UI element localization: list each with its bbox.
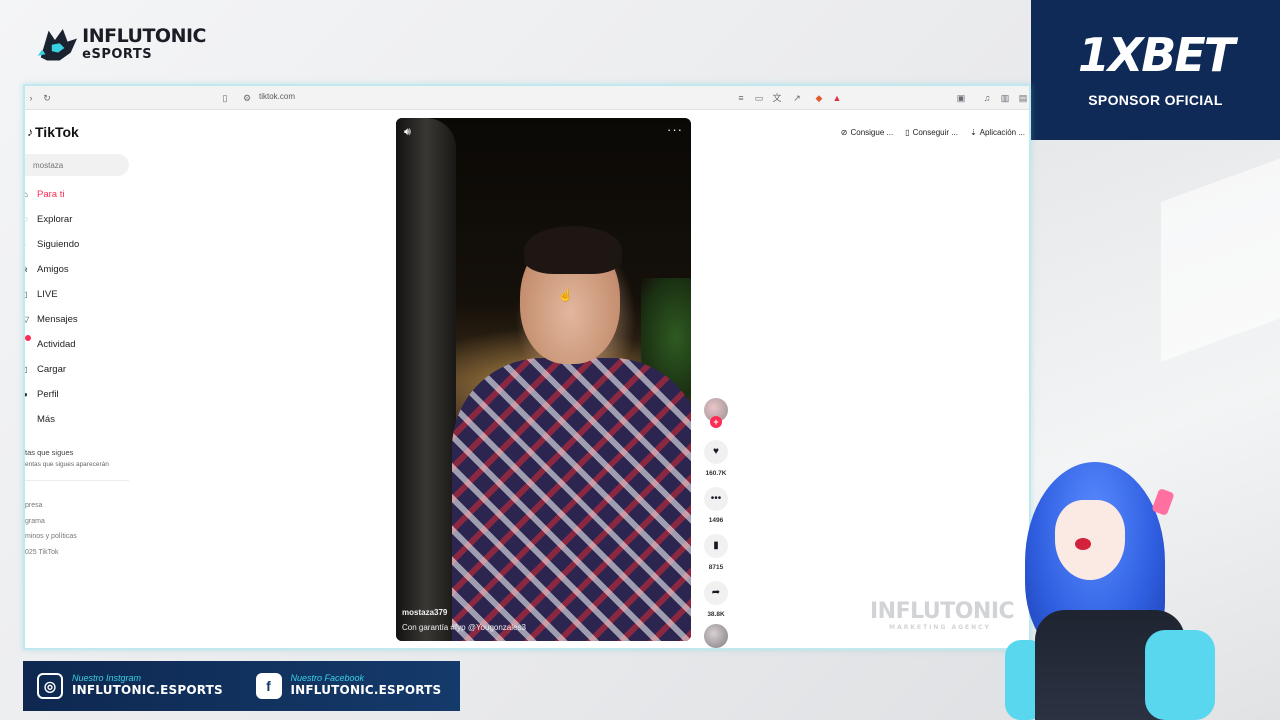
instagram-promo: ◎ Nuestro Instgram INFLUTONIC.ESPORTS [37, 673, 242, 699]
share-arrow-icon[interactable]: ➦ [704, 581, 728, 605]
like-count: 160.7K [705, 470, 727, 477]
comment-action[interactable]: ••• 1496 [701, 487, 731, 524]
music-icon[interactable]: ♫ [981, 92, 993, 104]
top-right-links: ⊘ Consigue ... ▯ Conseguir ... ⇣ Aplicación… [841, 128, 1025, 137]
sidebar-item-siguiendo[interactable]: › Siguiendo [25, 232, 79, 257]
facebook-promo: f Nuestro Facebook INFLUTONIC.ESPORTS [255, 673, 461, 699]
follow-plus-icon[interactable]: + [710, 416, 722, 428]
translate-icon[interactable]: 文 [771, 92, 783, 104]
get-app-link[interactable]: ▯ Conseguir ... [905, 128, 958, 137]
comment-icon[interactable]: ••• [704, 487, 728, 511]
sidebar-item-mensajes[interactable]: ▽ Mensajes [25, 307, 79, 332]
sidebar-item-explorar[interactable]: ◌ Explorar [25, 207, 79, 232]
facebook-icon: f [255, 673, 282, 699]
footer-link[interactable]: presa [25, 498, 77, 514]
video-username[interactable]: mostaza379 [402, 608, 447, 617]
sidebar-item-mas[interactable]: · Más [25, 407, 79, 432]
coin-icon: ⊘ [840, 128, 848, 137]
sponsor-brand: 1XBET [1077, 28, 1235, 82]
tiktok-note-icon: ♪ [27, 125, 33, 139]
footer-links: presa grama minos y políticas 025 TikTok [25, 498, 77, 560]
share-count: 38.8K [707, 611, 725, 618]
message-icon: ▽ [23, 315, 30, 324]
extensions-icon[interactable]: ▣ [955, 92, 967, 104]
following-icon: › [23, 240, 26, 249]
sidebar-item-perfil[interactable]: ● Perfil [25, 382, 79, 407]
action-bar: + ♥ 160.7K ••• 1496 ▮ 8715 ➦ 38.8K [701, 398, 731, 648]
notification-badge [25, 335, 31, 341]
wolf-logo-icon [37, 29, 78, 61]
footer-link[interactable]: grama [25, 514, 77, 530]
sound-disc-icon[interactable] [704, 624, 728, 648]
warning-icon[interactable]: ▲ [831, 92, 843, 104]
video-scene-hair [524, 226, 622, 274]
search-input[interactable] [25, 154, 129, 176]
reader-icon[interactable]: ≡ [735, 92, 747, 104]
comment-count: 1496 [708, 517, 724, 524]
following-section: tas que sigues entas que sigues aparecer… [25, 448, 145, 481]
sidebar-item-para-ti[interactable]: ⌂ Para ti [25, 182, 79, 207]
browser-toolbar: › ↻ ▯ ⚙ tiktok.com ≡ ▭ 文 ↗ ◆ ▲ ▣ ♫ ▥ ▤ [25, 86, 1029, 110]
upload-icon: ▯ [23, 365, 28, 374]
sidebar-item-amigos[interactable]: ʀ Amigos [25, 257, 79, 282]
forward-icon[interactable]: › [25, 92, 37, 104]
video-caption: Con garantía #fyp @Yougonzales3 [402, 623, 526, 632]
download-icon: ⇣ [969, 128, 977, 137]
more-options-icon[interactable]: ··· [667, 122, 683, 137]
team-name: INFLUTONIC [82, 25, 206, 47]
bookmark-icon[interactable]: ▯ [219, 92, 231, 104]
profile-icon: ● [23, 390, 28, 399]
bookmark-icon[interactable]: ▮ [704, 534, 728, 558]
team-logo: INFLUTONIC eSPORTS [36, 20, 206, 68]
heart-icon[interactable]: ♥ [704, 440, 728, 464]
share-icon[interactable]: ↗ [791, 92, 803, 104]
friends-icon: ʀ [23, 265, 28, 274]
sponsor-label: SPONSOR OFICIAL [1088, 92, 1223, 108]
following-title: tas que sigues [25, 448, 74, 457]
volume-icon[interactable]: 🔊︎ [404, 126, 411, 139]
sidebar-item-cargar[interactable]: ▯ Cargar [25, 357, 79, 382]
team-subtitle: eSPORTS [82, 47, 153, 62]
sidebar-icon[interactable]: ▥ [999, 92, 1011, 104]
following-description: entas que sigues aparecerán [25, 461, 109, 468]
live-icon: ▯ [23, 290, 28, 299]
like-action[interactable]: ♥ 160.7K [701, 440, 731, 477]
more-icon: · [23, 415, 26, 424]
site-settings-icon[interactable]: ⚙ [241, 92, 253, 104]
save-count: 8715 [708, 564, 724, 571]
divider [25, 480, 129, 481]
address-bar[interactable]: tiktok.com [259, 92, 295, 101]
save-action[interactable]: ▮ 8715 [701, 534, 731, 571]
social-bar: ◎ Nuestro Instgram INFLUTONIC.ESPORTS f … [23, 661, 460, 711]
cast-icon[interactable]: ▭ [753, 92, 765, 104]
video-player[interactable]: ☝ 🔊︎ ··· mostaza379 Con garantía #fyp @Y… [396, 118, 691, 641]
hand-cursor-icon: ☝ [558, 288, 573, 302]
copyright: 025 TikTok [25, 548, 59, 556]
get-coins-link[interactable]: ⊘ Consigue ... [841, 128, 893, 137]
compass-icon: ◌ [23, 215, 28, 224]
shield-icon[interactable]: ◆ [813, 92, 825, 104]
download-app-link[interactable]: ⇣ Aplicación ... [970, 128, 1025, 137]
footer-link[interactable]: minos y políticas [25, 529, 77, 545]
creator-avatar[interactable]: + [704, 398, 728, 428]
phone-icon: ▯ [905, 128, 910, 137]
agency-watermark: INFLUTONIC MARKETING AGENCY [870, 599, 1015, 631]
instagram-icon: ◎ [37, 673, 63, 699]
video-scene-poncho [452, 358, 691, 641]
sidebar-item-actividad[interactable]: Actividad [25, 332, 79, 357]
sidebar-nav: ⌂ Para ti ◌ Explorar › Siguiendo ʀ Amigo… [25, 182, 79, 432]
share-action[interactable]: ➦ 38.8K [701, 581, 731, 618]
reload-icon[interactable]: ↻ [41, 92, 53, 104]
tiktok-logo[interactable]: ♪ TikTok [27, 124, 79, 140]
vtuber-avatar [995, 450, 1235, 720]
sidebar-item-live[interactable]: ▯ LIVE [25, 282, 79, 307]
wallet-icon[interactable]: ▤ [1017, 92, 1029, 104]
browser-window: › ↻ ▯ ⚙ tiktok.com ≡ ▭ 文 ↗ ◆ ▲ ▣ ♫ ▥ ▤ ♪… [23, 84, 1031, 650]
home-icon: ⌂ [23, 190, 28, 199]
video-scene-pillar [396, 118, 456, 641]
sponsor-banner: 1XBET SPONSOR OFICIAL [1031, 0, 1280, 140]
